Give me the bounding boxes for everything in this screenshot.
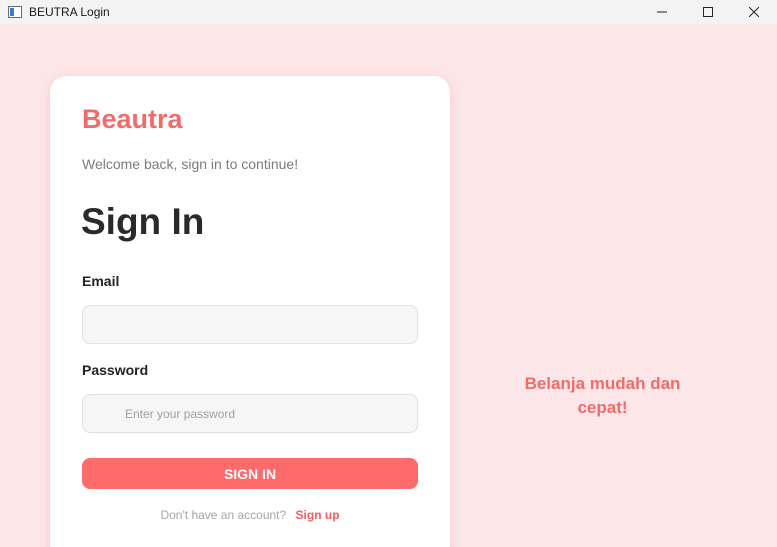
password-label: Password — [82, 362, 149, 378]
window-title-bar: BEUTRA Login — [0, 0, 777, 24]
app-icon — [8, 6, 22, 18]
password-field[interactable] — [82, 394, 418, 433]
tagline: Belanja mudah dan cepat! — [524, 374, 681, 417]
signup-prompt: Don't have an account? — [160, 508, 287, 522]
brand-name: Beautra — [82, 104, 183, 134]
email-field[interactable] — [82, 305, 418, 344]
welcome-text: Welcome back, sign in to continue! — [82, 156, 299, 172]
maximize-icon — [703, 7, 713, 17]
page-title: Sign In — [81, 201, 205, 242]
maximize-button[interactable] — [685, 0, 731, 24]
window-controls — [639, 0, 777, 24]
minimize-icon — [657, 11, 667, 13]
signup-link[interactable]: Sign up — [296, 508, 340, 522]
login-card: Beautra Welcome back, sign in to continu… — [50, 76, 450, 547]
email-label: Email — [82, 273, 120, 289]
close-button[interactable] — [731, 0, 777, 24]
window-title: BEUTRA Login — [29, 5, 110, 19]
sign-in-button[interactable]: SIGN IN — [82, 458, 418, 489]
close-icon — [749, 7, 759, 17]
signup-row: Don't have an account? Sign up — [50, 508, 450, 522]
minimize-button[interactable] — [639, 0, 685, 24]
